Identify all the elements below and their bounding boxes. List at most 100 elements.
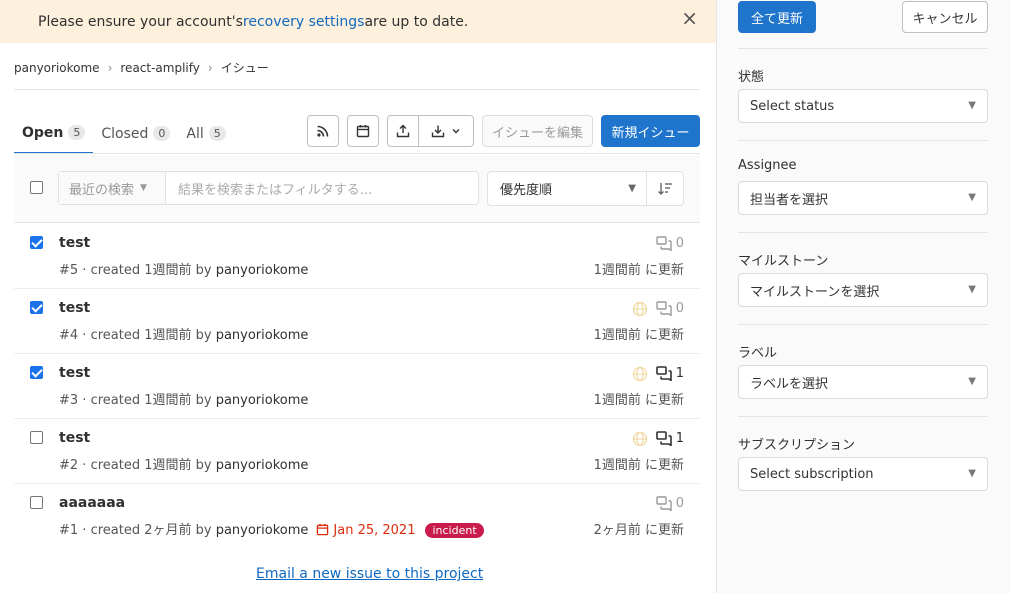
cancel-button[interactable]: キャンセル [902,1,988,33]
comment-count: 0 [675,236,684,251]
issue-checkbox[interactable] [30,496,43,509]
email-new-issue-link[interactable]: Email a new issue to this project [256,566,483,582]
tab-all[interactable]: All 5 [178,113,233,154]
breadcrumb: panyoriokome › react-amplify › イシュー [14,59,269,76]
issue-comments[interactable]: 1 [655,431,684,446]
upload-icon [396,124,410,138]
assignee-value: 担当者を選択 [750,192,829,208]
tab-closed-count: 0 [153,126,171,141]
issue-ref: #1 [59,523,79,538]
bulk-update-sidebar: 全て更新 キャンセル 状態 Select status ▼ Assignee 担… [716,0,1011,593]
status-label: 状態 [738,70,765,85]
issue-comments[interactable]: 0 [656,496,684,511]
tab-closed-label: Closed [101,125,149,142]
issue-ref: #4 [59,328,79,343]
issue-created: · created 1週間前 by [78,393,216,408]
labels-dropdown[interactable]: ラベルを選択 ▼ [738,365,988,399]
chevron-down-icon: ▼ [968,376,976,387]
comment-count: 0 [675,496,684,511]
sort-lowest-icon [658,182,672,195]
breadcrumb-project[interactable]: react-amplify [120,61,199,75]
issue-title[interactable]: test [59,365,90,381]
banner-text-before: Please ensure your account's [38,13,243,30]
chevron-down-icon: ▼ [140,183,147,193]
issue-checkbox[interactable] [30,366,43,379]
export-button[interactable] [418,115,474,147]
issue-title[interactable]: test [59,235,90,251]
issue-updated: 1週間前 に更新 [593,328,684,343]
tab-all-count: 5 [208,126,226,141]
sort-direction-button[interactable] [647,171,684,206]
assignee-label: Assignee [738,158,797,173]
import-button[interactable] [387,115,419,147]
issue-title[interactable]: aaaaaaa [59,495,125,511]
comments-icon [656,236,672,251]
tab-open[interactable]: Open 5 [14,113,94,154]
issue-updated: 1週間前 に更新 [593,263,684,278]
issue-author[interactable]: panyoriokome [216,328,309,343]
status-dropdown[interactable]: Select status ▼ [738,89,988,123]
chevron-down-icon: ▼ [968,100,976,111]
breadcrumb-issues[interactable]: イシュー [221,59,269,76]
breadcrumb-separator: › [107,60,113,75]
comments-icon [655,366,672,381]
issue-created: · created 1週間前 by [78,263,216,278]
issue-meta: #2 · created 1週間前 by panyoriokome [59,454,308,473]
due-date-text: Jan 25, 2021 [333,523,416,538]
issue-checkbox[interactable] [30,236,43,249]
chevron-down-icon: ▼ [968,192,976,203]
globe-icon [632,366,648,382]
issue-comments[interactable]: 1 [655,366,684,381]
new-issue-button[interactable]: 新規イシュー [601,115,700,147]
divider [14,153,700,154]
issue-author[interactable]: panyoriokome [216,523,309,538]
subscription-dropdown[interactable]: Select subscription ▼ [738,457,988,491]
assignee-dropdown[interactable]: 担当者を選択 ▼ [738,181,988,215]
divider [738,324,988,325]
comments-icon [655,431,672,446]
rss-icon [317,125,329,137]
issue-checkbox[interactable] [30,431,43,444]
issue-author[interactable]: panyoriokome [216,393,309,408]
recovery-settings-link[interactable]: recovery settings [243,14,365,30]
edit-issues-button[interactable]: イシューを編集 [482,115,593,147]
issue-ref: #5 [59,263,79,278]
issue-title[interactable]: test [59,300,90,316]
comments-icon [656,496,672,511]
issue-state-tabs: Open 5 Closed 0 All 5 [14,113,234,154]
sort-dropdown[interactable]: 優先度順 ▼ [487,171,647,206]
issue-checkbox[interactable] [30,301,43,314]
update-all-button[interactable]: 全て更新 [738,1,816,33]
select-all-checkbox[interactable] [30,181,43,194]
tab-closed[interactable]: Closed 0 [93,113,178,154]
rss-button[interactable] [307,115,339,147]
breadcrumb-separator: › [207,60,213,75]
globe-icon [632,431,648,447]
recent-searches-label: 最近の検索 [69,182,135,198]
milestone-label: マイルストーン [738,254,829,269]
calendar-button[interactable] [347,115,379,147]
issue-row[interactable]: test #2 · created 1週間前 by panyoriokome 1… [14,419,700,484]
issue-author[interactable]: panyoriokome [216,458,309,473]
close-icon[interactable]: × [681,6,698,30]
issue-title[interactable]: test [59,430,90,446]
issue-row[interactable]: test #5 · created 1週間前 by panyoriokome 0… [14,224,700,289]
comment-count: 1 [675,366,684,381]
issue-comments[interactable]: 0 [656,301,684,316]
recovery-banner: Please ensure your account's recovery se… [0,0,716,43]
recent-searches-dropdown[interactable]: 最近の検索 ▼ [59,172,166,204]
search-input[interactable]: 結果を検索またはフィルタする... [166,179,372,198]
breadcrumb-namespace[interactable]: panyoriokome [14,61,100,75]
issue-author[interactable]: panyoriokome [216,263,309,278]
issue-row[interactable]: test #3 · created 1週間前 by panyoriokome 1… [14,354,700,419]
milestone-dropdown[interactable]: マイルストーンを選択 ▼ [738,273,988,307]
filtered-search: 最近の検索 ▼ 結果を検索またはフィルタする... [58,171,479,205]
issue-row[interactable]: aaaaaaa #1 · created 2ヶ月前 by panyoriokom… [14,484,700,549]
tab-all-label: All [186,125,204,142]
issue-row[interactable]: test #4 · created 1週間前 by panyoriokome 0… [14,289,700,354]
main-content: Please ensure your account's recovery se… [0,0,716,593]
issue-comments[interactable]: 0 [656,236,684,251]
chevron-down-icon: ▼ [628,183,636,194]
issue-ref: #2 [59,458,79,473]
issue-label-badge[interactable]: incident [425,523,484,538]
